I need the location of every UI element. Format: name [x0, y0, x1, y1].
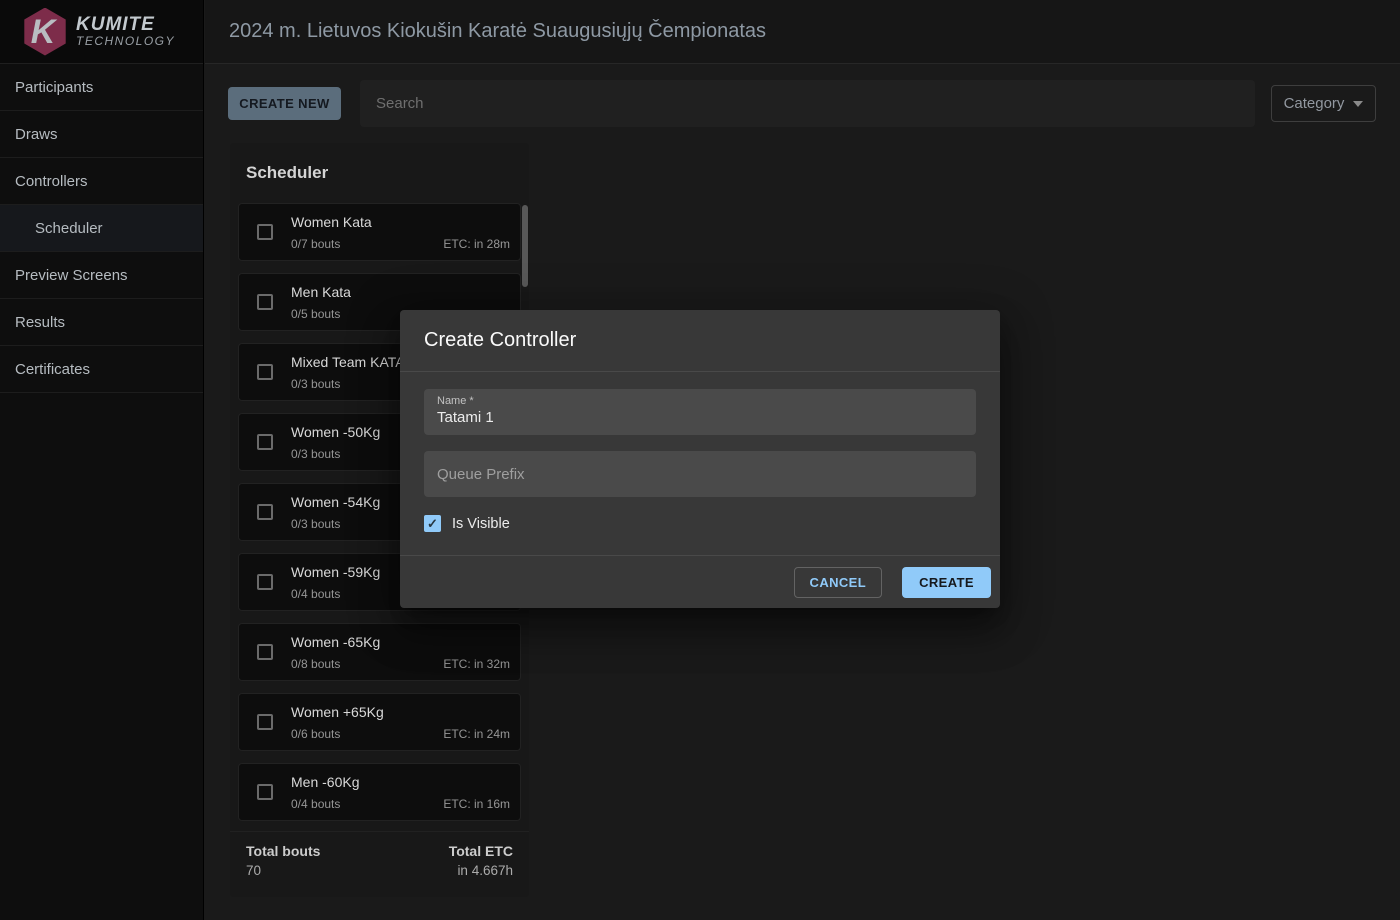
scheduler-panel-title: Scheduler — [230, 143, 529, 199]
category-name: Men -60Kg — [291, 774, 359, 790]
category-checkbox[interactable] — [257, 714, 273, 730]
category-name: Women Kata — [291, 214, 372, 230]
category-name: Women -59Kg — [291, 564, 380, 580]
category-name: Women +65Kg — [291, 704, 384, 720]
category-bouts: 0/3 bouts — [291, 447, 340, 461]
brand-subtitle: TECHNOLOGY — [76, 34, 175, 48]
category-checkbox[interactable] — [257, 784, 273, 800]
total-etc-value: in 4.667h — [449, 863, 513, 878]
checkmark-icon: ✓ — [427, 517, 438, 530]
sidebar-item-label: Results — [15, 314, 65, 331]
category-checkbox[interactable] — [257, 504, 273, 520]
is-visible-checkbox[interactable]: ✓ — [424, 515, 441, 532]
dialog-title: Create Controller — [424, 329, 576, 351]
tournament-title: 2024 m. Lietuvos Kiokušin Karatė Suaugus… — [229, 20, 766, 43]
is-visible-label: Is Visible — [452, 516, 510, 532]
category-card: Women +65Kg 0/6 bouts ETC: in 24m — [238, 693, 521, 751]
category-checkbox[interactable] — [257, 294, 273, 310]
scrollbar-thumb[interactable] — [522, 205, 528, 287]
category-checkbox[interactable] — [257, 574, 273, 590]
create-new-button[interactable]: CREATE NEW — [228, 87, 341, 120]
sidebar-item-label: Certificates — [15, 361, 90, 378]
category-name: Women -54Kg — [291, 494, 380, 510]
category-name: Men Kata — [291, 284, 351, 300]
category-bouts: 0/7 bouts — [291, 237, 340, 251]
category-name: Women -50Kg — [291, 424, 380, 440]
sidebar-nav: Participants Draws Controllers Scheduler… — [0, 64, 203, 393]
category-etc: ETC: in 32m — [443, 657, 510, 671]
category-bouts: 0/4 bouts — [291, 587, 340, 601]
sidebar-item-label: Preview Screens — [15, 267, 128, 284]
category-bouts: 0/6 bouts — [291, 727, 340, 741]
category-etc: ETC: in 24m — [443, 727, 510, 741]
category-bouts: 0/3 bouts — [291, 517, 340, 531]
sidebar-item-label: Controllers — [15, 173, 88, 190]
sidebar: K KUMITE TECHNOLOGY Participants Draws C… — [0, 0, 204, 920]
sidebar-item-results[interactable]: Results — [0, 299, 203, 346]
category-card: Women Kata 0/7 bouts ETC: in 28m — [238, 203, 521, 261]
category-checkbox[interactable] — [257, 434, 273, 450]
name-field-label: Name * — [437, 395, 963, 407]
search-input[interactable] — [360, 80, 1255, 127]
logo-letter: K — [31, 15, 56, 49]
queue-prefix-field[interactable] — [424, 451, 976, 497]
brand-logo: K KUMITE TECHNOLOGY — [0, 0, 203, 64]
sidebar-item-label: Scheduler — [35, 220, 103, 237]
create-controller-dialog: Create Controller Name * ✓ Is Visible CA… — [400, 310, 1000, 608]
total-bouts-label: Total bouts — [246, 843, 320, 859]
sidebar-item-preview-screens[interactable]: Preview Screens — [0, 252, 203, 299]
category-name: Mixed Team KATA — [291, 354, 405, 370]
sidebar-item-label: Participants — [15, 79, 93, 96]
category-card: Men -60Kg 0/4 bouts ETC: in 16m — [238, 763, 521, 821]
category-etc: ETC: in 16m — [443, 797, 510, 811]
category-checkbox[interactable] — [257, 644, 273, 660]
category-dropdown[interactable]: Category — [1271, 85, 1376, 122]
category-bouts: 0/3 bouts — [291, 377, 340, 391]
category-bouts: 0/5 bouts — [291, 307, 340, 321]
sidebar-item-label: Draws — [15, 126, 58, 143]
category-bouts: 0/8 bouts — [291, 657, 340, 671]
category-etc: ETC: in 28m — [443, 237, 510, 251]
create-button[interactable]: CREATE — [902, 567, 991, 598]
category-dropdown-label: Category — [1284, 95, 1345, 112]
brand-title: KUMITE — [76, 15, 175, 35]
category-checkbox[interactable] — [257, 224, 273, 240]
name-field[interactable]: Name * — [424, 389, 976, 435]
category-checkbox[interactable] — [257, 364, 273, 380]
sidebar-item-scheduler[interactable]: Scheduler — [0, 205, 203, 252]
category-card: Women -65Kg 0/8 bouts ETC: in 32m — [238, 623, 521, 681]
total-bouts-value: 70 — [246, 863, 320, 878]
sidebar-item-participants[interactable]: Participants — [0, 64, 203, 111]
queue-prefix-input[interactable] — [437, 466, 963, 483]
category-bouts: 0/4 bouts — [291, 797, 340, 811]
category-name: Women -65Kg — [291, 634, 380, 650]
sidebar-item-certificates[interactable]: Certificates — [0, 346, 203, 393]
scheduler-footer: Total bouts 70 Total ETC in 4.667h — [230, 831, 529, 897]
name-input[interactable] — [437, 409, 963, 426]
sidebar-item-draws[interactable]: Draws — [0, 111, 203, 158]
cancel-button[interactable]: CANCEL — [794, 567, 883, 598]
total-etc-label: Total ETC — [449, 843, 513, 859]
app-header: 2024 m. Lietuvos Kiokušin Karatė Suaugus… — [205, 0, 1400, 64]
sidebar-item-controllers[interactable]: Controllers — [0, 158, 203, 205]
chevron-down-icon — [1353, 101, 1363, 107]
kumite-hexagon-logo-icon: K — [22, 8, 68, 56]
